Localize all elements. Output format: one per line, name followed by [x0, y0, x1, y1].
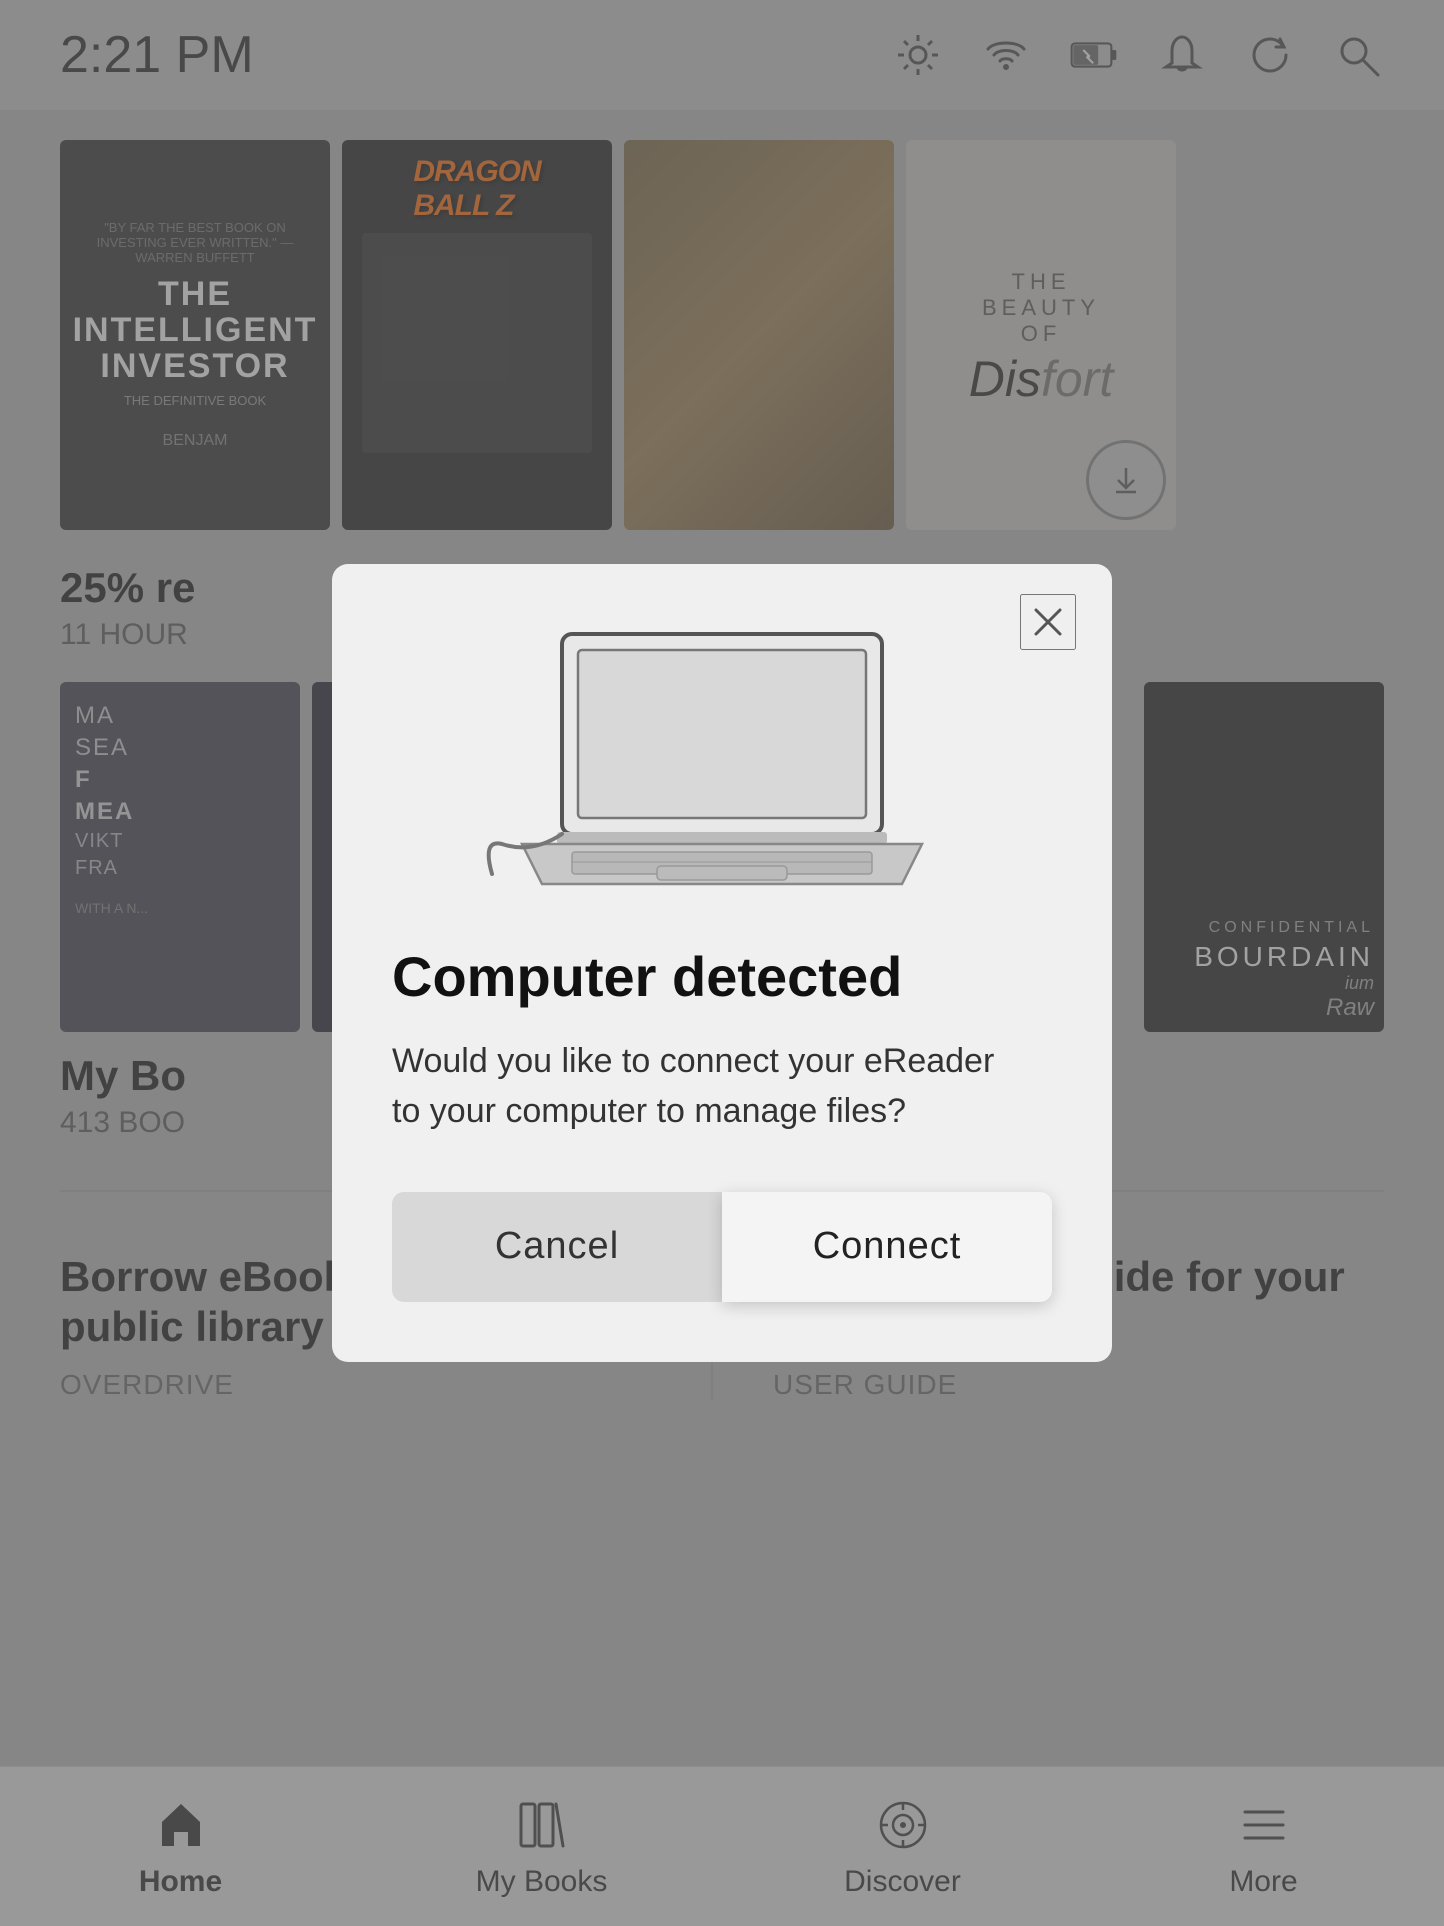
- modal-title: Computer detected: [392, 944, 902, 1009]
- connect-button[interactable]: Connect: [722, 1192, 1052, 1302]
- modal-overlay: Computer detected Would you like to conn…: [0, 0, 1444, 1926]
- modal-close-button[interactable]: [1020, 594, 1076, 650]
- laptop-illustration: [392, 614, 1052, 894]
- modal-buttons: Cancel Connect: [392, 1192, 1052, 1302]
- modal-description: Would you like to connect your eReader t…: [392, 1037, 1012, 1136]
- computer-detected-modal: Computer detected Would you like to conn…: [332, 564, 1112, 1362]
- cancel-button[interactable]: Cancel: [392, 1192, 722, 1302]
